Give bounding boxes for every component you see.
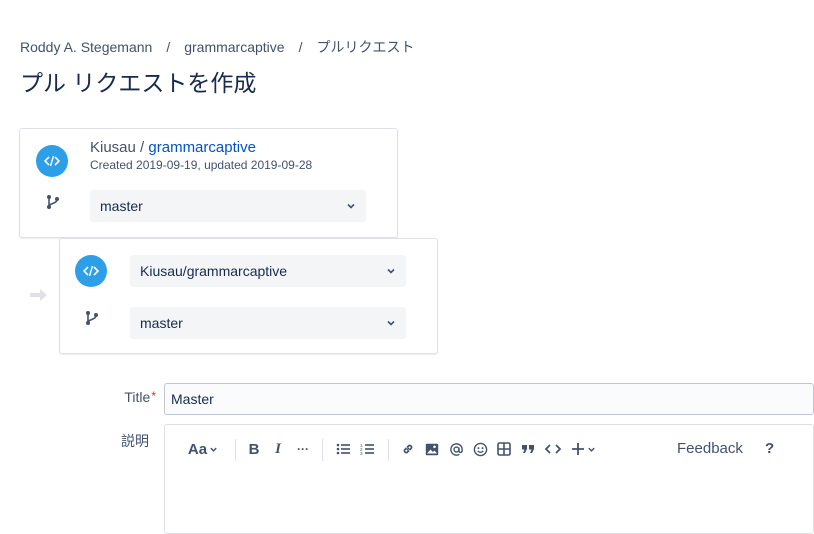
required-mark: * [151, 389, 156, 403]
insert-menu-button[interactable] [568, 439, 598, 459]
repo-code-icon [36, 145, 68, 177]
title-label: Title* [100, 389, 156, 405]
breadcrumb-owner[interactable]: Roddy A. Stegemann [20, 39, 152, 55]
quote-icon[interactable] [519, 439, 537, 459]
destination-repo-value: Kiusau/grammarcaptive [140, 263, 288, 279]
chevron-down-icon [347, 203, 355, 209]
chevron-down-icon [387, 320, 395, 326]
italic-button[interactable]: I [270, 439, 286, 459]
description-editor[interactable]: Aa B I ··· 123 Feedback ? [164, 424, 814, 534]
editor-toolbar: Aa B I ··· 123 Feedback ? [165, 425, 813, 473]
page-title: プル リクエストを作成 [20, 70, 257, 96]
feedback-button[interactable]: Feedback [677, 440, 743, 457]
title-label-text: Title [124, 389, 151, 405]
chevron-down-icon [587, 447, 595, 452]
link-icon[interactable] [399, 439, 417, 459]
toolbar-divider [388, 439, 389, 461]
destination-card: Kiusau/grammarcaptive master [59, 238, 438, 354]
text-style-button[interactable]: Aa [187, 439, 219, 459]
source-meta: Created 2019-09-19, updated 2019-09-28 [90, 158, 313, 172]
source-card: Kiusau / grammarcaptive Created 2019-09-… [19, 128, 398, 238]
repo-code-icon [75, 255, 107, 287]
breadcrumb: Roddy A. Stegemann / grammarcaptive / プルリクエス… [20, 37, 414, 57]
source-owner: Kiusau [90, 139, 136, 156]
toolbar-divider [235, 439, 236, 461]
chevron-down-icon [210, 447, 217, 452]
plus-icon [571, 443, 584, 455]
mention-icon[interactable] [447, 439, 465, 459]
branch-icon [45, 194, 61, 210]
svg-text:3: 3 [360, 451, 363, 455]
more-formatting-button[interactable]: ··· [293, 439, 313, 459]
code-icon[interactable] [543, 439, 563, 459]
destination-branch-value: master [140, 315, 183, 331]
destination-repo-select[interactable]: Kiusau/grammarcaptive [130, 255, 406, 287]
text-style-label: Aa [187, 440, 208, 458]
breadcrumb-separator: / [166, 39, 171, 55]
numbered-list-icon[interactable]: 123 [358, 439, 376, 459]
source-branch-select[interactable]: master [90, 190, 366, 222]
source-branch-value: master [100, 198, 143, 214]
arrow-right-icon [29, 287, 49, 303]
bold-button[interactable]: B [246, 439, 262, 459]
breadcrumb-pull-requests[interactable]: プルリクエスト [316, 39, 414, 55]
description-label: 説明 [121, 433, 149, 449]
bullet-list-icon[interactable] [334, 439, 352, 459]
source-separator: / [140, 139, 145, 156]
breadcrumb-repo[interactable]: grammarcaptive [184, 39, 284, 55]
breadcrumb-separator: / [298, 39, 303, 55]
toolbar-divider [322, 439, 323, 461]
image-icon[interactable] [423, 439, 441, 459]
source-repo-line: Kiusau / grammarcaptive [90, 139, 256, 156]
table-icon[interactable] [495, 439, 513, 459]
destination-branch-select[interactable]: master [130, 307, 406, 339]
chevron-down-icon [387, 268, 395, 274]
emoji-icon[interactable] [471, 439, 489, 459]
title-input[interactable] [164, 383, 814, 415]
branch-icon [84, 310, 100, 326]
source-repo-link[interactable]: grammarcaptive [148, 139, 256, 156]
help-button[interactable]: ? [765, 440, 774, 457]
